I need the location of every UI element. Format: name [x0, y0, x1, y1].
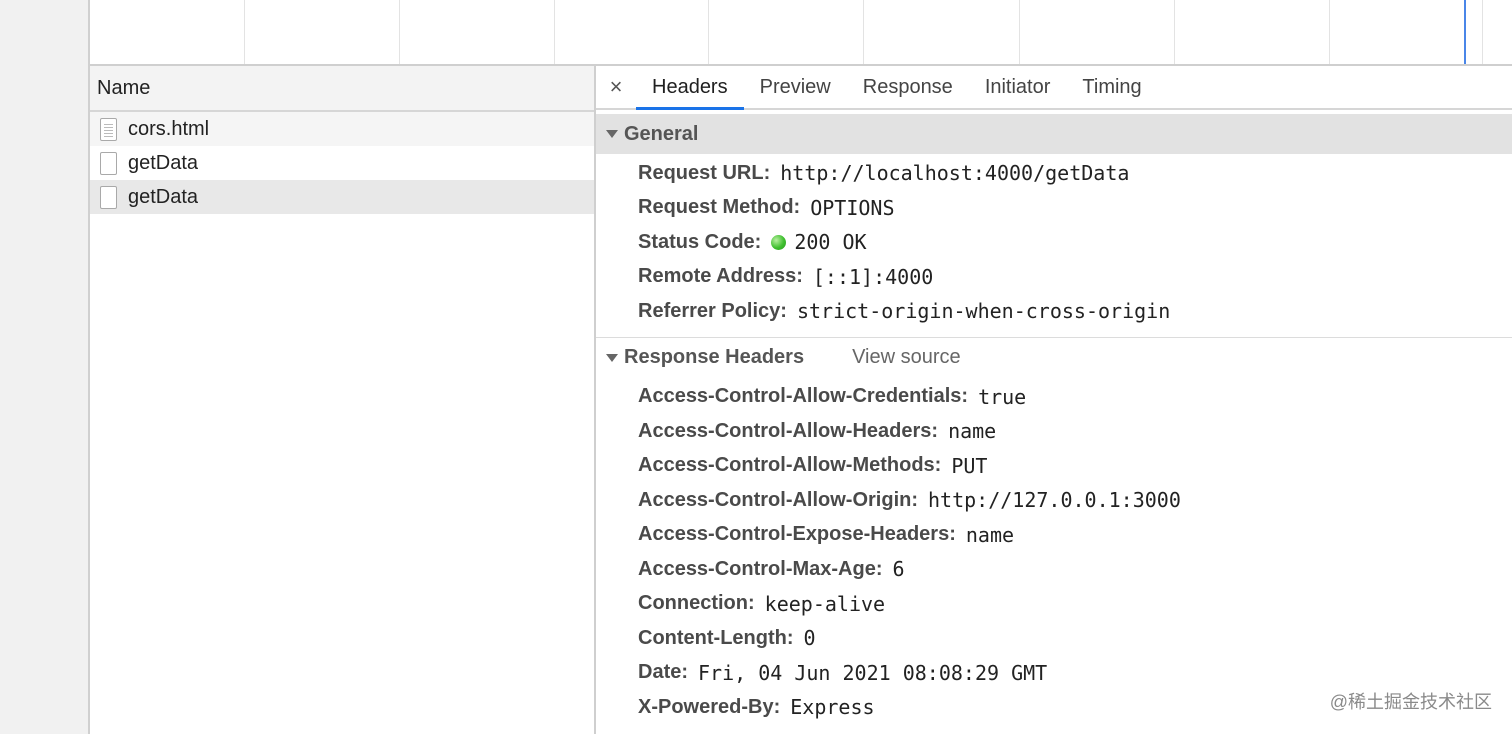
header-row: Date: Fri, 04 Jun 2021 08:08:29 GMT [596, 656, 1512, 691]
tab-response[interactable]: Response [847, 66, 969, 108]
header-key: Date: [638, 661, 689, 684]
close-icon[interactable]: × [596, 66, 636, 108]
tab-initiator[interactable]: Initiator [969, 66, 1067, 108]
header-row: Access-Control-Allow-Origin: http://127.… [596, 483, 1512, 518]
timeline-gridline [399, 0, 400, 64]
header-row: Connection: keep-alive [596, 587, 1512, 622]
header-value: [::1]:4000 [812, 264, 934, 289]
response-headers-title: Response Headers [624, 346, 805, 368]
request-list-panel: Name cors.html getData getData [90, 66, 596, 734]
timeline-gridline [244, 0, 245, 64]
status-value: 200 OK [771, 230, 867, 255]
header-key: Request URL: [638, 161, 771, 184]
tab-timing[interactable]: Timing [1066, 66, 1157, 108]
timeline-marker [1464, 0, 1466, 64]
header-row: Remote Address: [::1]:4000 [596, 260, 1512, 295]
general-section-title: General [624, 122, 699, 145]
network-timeline[interactable] [90, 0, 1512, 66]
triangle-down-icon [606, 353, 618, 362]
request-row[interactable]: getData [90, 146, 594, 180]
header-row: Access-Control-Allow-Credentials: true [596, 380, 1512, 415]
request-row[interactable]: cors.html [90, 112, 594, 146]
header-key: X-Powered-By: [638, 695, 781, 718]
request-name: getData [128, 185, 199, 208]
timeline-gridline [1329, 0, 1330, 64]
response-header-rows: Access-Control-Allow-Credentials: true A… [596, 378, 1512, 725]
header-key: Access-Control-Max-Age: [638, 557, 883, 580]
header-row: Request Method: OPTIONS [596, 191, 1512, 226]
tab-preview[interactable]: Preview [744, 66, 847, 108]
header-row: Access-Control-Expose-Headers: name [596, 518, 1512, 553]
header-row: Request URL: http://localhost:4000/getDa… [596, 156, 1512, 191]
header-row: Access-Control-Allow-Headers: name [596, 414, 1512, 449]
request-detail-panel: × Headers Preview Response Initiator Tim… [596, 66, 1512, 734]
header-value: 0 [803, 626, 816, 651]
timeline-gridline [1019, 0, 1020, 64]
header-row: Referrer Policy: strict-origin-when-cros… [596, 294, 1512, 329]
tab-headers[interactable]: Headers [636, 66, 744, 110]
general-rows: Request URL: http://localhost:4000/getDa… [596, 154, 1512, 329]
detail-tabbar: × Headers Preview Response Initiator Tim… [596, 66, 1512, 110]
name-column-header[interactable]: Name [90, 66, 594, 112]
header-key: Request Method: [638, 196, 801, 219]
request-name: getData [128, 151, 199, 174]
header-value: true [978, 384, 1027, 409]
header-key: Connection: [638, 592, 755, 615]
header-key: Access-Control-Allow-Headers: [638, 419, 939, 442]
header-key: Referrer Policy: [638, 299, 787, 322]
header-row: Content-Length: 0 [596, 621, 1512, 656]
header-value: Fri, 04 Jun 2021 08:08:29 GMT [698, 660, 1048, 685]
triangle-down-icon [606, 130, 618, 138]
header-value: OPTIONS [810, 195, 895, 220]
left-gutter [0, 0, 90, 734]
general-section-header[interactable]: General [596, 114, 1512, 154]
timeline-gridline [1482, 0, 1483, 64]
header-value: Express [790, 695, 875, 720]
header-value: 200 OK [794, 230, 867, 255]
header-value: PUT [951, 453, 988, 478]
header-value: strict-origin-when-cross-origin [796, 299, 1171, 324]
response-headers-section-header[interactable]: Response Headers View source [596, 338, 1512, 378]
header-key: Access-Control-Allow-Methods: [638, 454, 942, 477]
header-value: 6 [892, 557, 905, 582]
request-name: cors.html [128, 117, 210, 140]
header-value: name [948, 419, 997, 444]
name-column-label: Name [97, 76, 151, 99]
header-value: keep-alive [764, 591, 886, 616]
watermark: @稀土掘金技术社区 [1329, 692, 1492, 712]
header-row: Access-Control-Max-Age: 6 [596, 552, 1512, 587]
view-source-link[interactable]: View source [852, 346, 961, 369]
header-value: http://localhost:4000/getData [780, 161, 1130, 186]
timeline-gridline [863, 0, 864, 64]
request-row-selected[interactable]: getData [90, 180, 594, 214]
header-value: name [965, 522, 1015, 547]
file-icon [100, 151, 117, 175]
header-key: Content-Length: [638, 626, 794, 649]
file-icon [100, 185, 117, 209]
timeline-gridline [708, 0, 709, 64]
header-row: Access-Control-Allow-Methods: PUT [596, 449, 1512, 484]
header-key: Status Code: [638, 230, 762, 253]
header-value: http://127.0.0.1:3000 [928, 488, 1181, 513]
header-key: Access-Control-Expose-Headers: [638, 523, 956, 546]
header-key: Access-Control-Allow-Credentials: [638, 385, 969, 408]
timeline-gridline [1174, 0, 1175, 64]
document-icon [100, 117, 117, 141]
timeline-gridline [554, 0, 555, 64]
header-row: Status Code: 200 OK [596, 225, 1512, 260]
header-key: Remote Address: [638, 265, 803, 288]
status-ok-icon [771, 234, 787, 250]
header-key: Access-Control-Allow-Origin: [638, 488, 919, 511]
